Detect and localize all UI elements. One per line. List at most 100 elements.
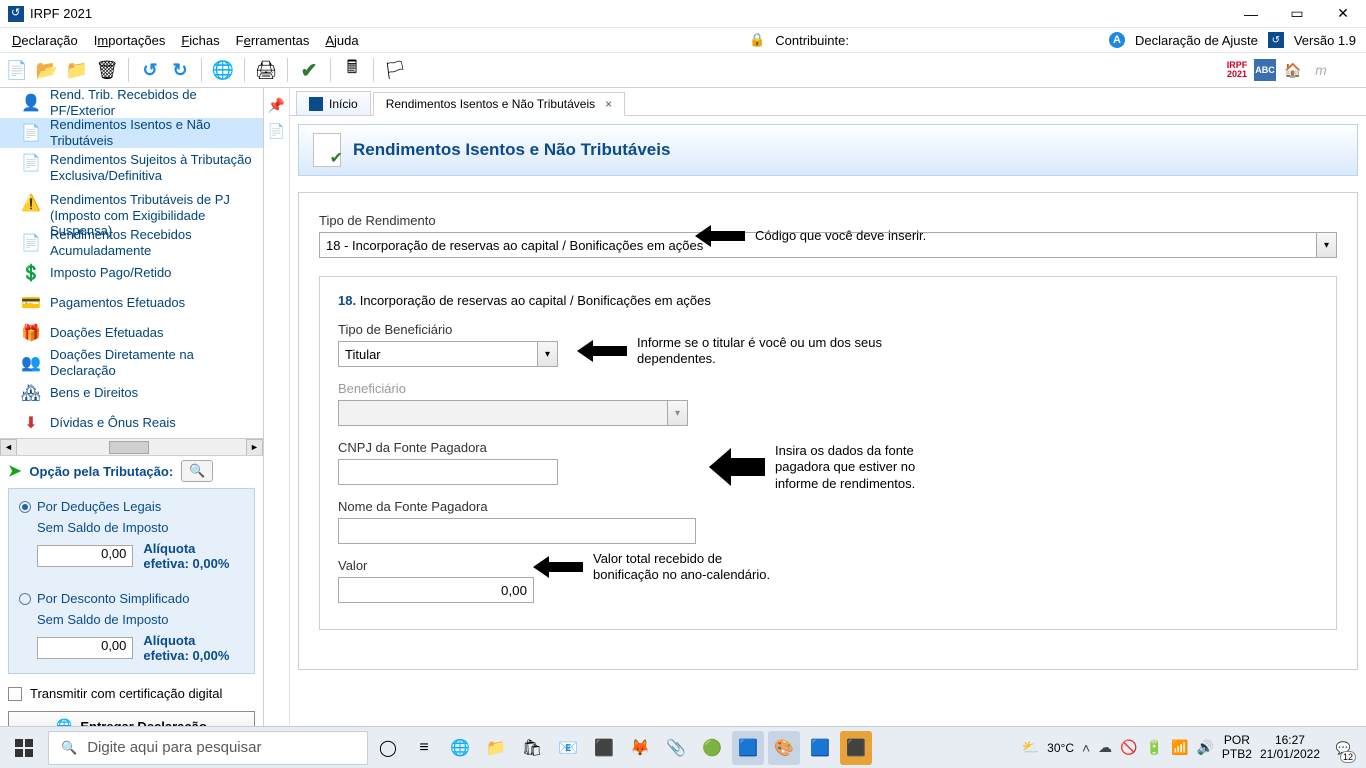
sidebar-hscroll[interactable]: ◄ ► (0, 438, 263, 455)
opt-arrow-icon: ➤ (8, 461, 21, 481)
menu-importacoes[interactable]: Importações (86, 31, 174, 50)
nome-label: Nome da Fonte Pagadora (338, 499, 1318, 514)
sidebar-item-rend-pj[interactable]: ⚠️ Rendimentos Tributáveis de PJ (Impost… (0, 188, 263, 228)
firefox-icon[interactable]: 🦊 (624, 731, 656, 765)
deliver-button[interactable]: Entregar Declaração (8, 711, 255, 726)
opt-search-button[interactable]: 🔍 (181, 460, 213, 482)
tb-check-icon[interactable] (296, 57, 322, 83)
scroll-right-icon[interactable]: ► (246, 439, 263, 456)
tb-calc-icon[interactable] (339, 57, 365, 83)
page-doc-icon (313, 133, 341, 167)
window-maximize[interactable]: ▭ (1274, 0, 1320, 28)
radio-deducoes[interactable]: Por Deduções Legais (19, 499, 244, 514)
cnpj-input[interactable] (338, 459, 558, 485)
sound-icon[interactable]: 🔊 (1196, 739, 1213, 756)
valor-input[interactable] (338, 577, 534, 603)
tray-up-icon[interactable]: ˄ (1082, 740, 1090, 756)
toolbar: IRPF2021 ABC 🏠 m (0, 52, 1366, 88)
weather-icon[interactable]: ⛅ (1022, 739, 1039, 756)
mail-icon[interactable]: 📧 (552, 731, 584, 765)
cortana-icon[interactable]: ≡ (408, 731, 440, 765)
chevron-down-icon[interactable]: ▾ (1316, 233, 1336, 257)
inner-title: 18. Incorporação de reservas ao capital … (338, 293, 1318, 308)
menu-declaracao[interactable]: Declaração (4, 31, 86, 50)
ali-deducoes: Alíquota efetiva: 0,00% (143, 541, 244, 571)
sidebar: 👤 Rend. Trib. Recebidos de PF/Exterior 📄… (0, 88, 264, 726)
gutter-doc-icon[interactable]: 📄 (268, 122, 286, 140)
arrow-left-icon (709, 444, 765, 490)
irpf-badge-icon: IRPF2021 (1226, 59, 1248, 81)
clock[interactable]: 16:27 21/01/2022 (1260, 734, 1320, 760)
notifications-icon[interactable]: 💬12 (1328, 731, 1358, 765)
lang-indicator[interactable]: POR PTB2 (1222, 734, 1252, 760)
sync-off-icon[interactable]: 🚫 (1120, 739, 1137, 756)
tb-flag-icon[interactable] (382, 57, 408, 83)
page-title: Rendimentos Isentos e Não Tributáveis (353, 140, 670, 160)
scroll-thumb[interactable] (109, 441, 149, 454)
tab-inicio[interactable]: Início (296, 91, 371, 115)
app3-icon[interactable]: ⬛ (840, 731, 872, 765)
sidebar-item-pagamentos[interactable]: 💳 Pagamentos Efetuados (0, 288, 263, 318)
menu-ferramentas[interactable]: Ferramentas (228, 31, 318, 50)
sidebar-item-bens[interactable]: 🏘 Bens e Direitos (0, 378, 263, 408)
taskbar: 🔍 Digite aqui para pesquisar ◯ ≡ 🌐 📁 🛍 📧… (0, 726, 1366, 768)
scroll-left-icon[interactable]: ◄ (0, 439, 17, 456)
window-close[interactable]: ✕ (1320, 0, 1366, 28)
chevron-down-icon[interactable]: ▾ (537, 342, 557, 366)
sidebar-item-doacoes-decl[interactable]: 👥 Doações Diretamente na Declaração (0, 348, 263, 378)
tb-print-icon[interactable] (253, 57, 279, 83)
menu-fichas[interactable]: Fichas (173, 31, 227, 50)
tb-folder-icon[interactable] (64, 57, 90, 83)
gutter-pin-icon[interactable]: 📌 (268, 96, 286, 114)
tab-rendimentos[interactable]: Rendimentos Isentos e Não Tributáveis × (373, 92, 625, 116)
declaracao-ajuste-label: Declaração de Ajuste (1135, 33, 1258, 48)
version-label: Versão 1.9 (1294, 33, 1356, 48)
ali-simp: Alíquota efetiva: 0,00% (143, 633, 244, 663)
wifi-icon[interactable]: 📶 (1171, 739, 1188, 756)
val-deducoes[interactable]: 0,00 (37, 545, 133, 567)
tb-trash-icon[interactable] (94, 57, 120, 83)
arrow-left-icon (533, 554, 583, 580)
tab-close-icon[interactable]: × (605, 97, 612, 111)
home-icon[interactable]: 🏠 (1282, 59, 1304, 81)
sidebar-item-rend-excl[interactable]: 📄 Rendimentos Sujeitos à Tributação Excl… (0, 148, 263, 188)
window-minimize[interactable]: — (1228, 0, 1274, 28)
annot-valor: Valor total recebido de bonificação no a… (593, 551, 773, 584)
paint-icon[interactable]: 🎨 (768, 731, 800, 765)
task-view-icon[interactable]: ◯ (372, 731, 404, 765)
tb-globe-icon[interactable] (210, 57, 236, 83)
sidebar-item-imposto[interactable]: 💲 Imposto Pago/Retido (0, 258, 263, 288)
edge-icon[interactable]: 🌐 (444, 731, 476, 765)
sidebar-item-dividas[interactable]: ⬇ Dívidas e Ônus Reais (0, 408, 263, 438)
weather-temp: 30°C (1047, 741, 1074, 755)
chk-cert[interactable]: Transmitir com certificação digital (8, 686, 255, 701)
sidebar-item-doacoes[interactable]: 🎁 Doações Efetuadas (0, 318, 263, 348)
onedrive-icon[interactable]: ☁ (1098, 739, 1112, 756)
titlebar: IRPF 2021 — ▭ ✕ (0, 0, 1366, 28)
radio-simplificado[interactable]: Por Desconto Simplificado (19, 591, 244, 606)
irpf-task-icon[interactable]: 🟦 (732, 731, 764, 765)
spotify-icon[interactable]: 🟢 (696, 731, 728, 765)
office-icon[interactable]: 📎 (660, 731, 692, 765)
sidebar-item-acumulado[interactable]: 📄 Rendimentos Recebidos Acumuladamente (0, 228, 263, 258)
explorer-icon[interactable]: 📁 (480, 731, 512, 765)
tb-new-icon[interactable] (4, 57, 30, 83)
app2-icon[interactable]: 🟦 (804, 731, 836, 765)
sidebar-item-rend-isentos[interactable]: 📄 Rendimentos Isentos e Não Tributáveis (0, 118, 263, 148)
menu-ajuda[interactable]: Ajuda (317, 31, 366, 50)
sidebar-item-rend-pf[interactable]: 👤 Rend. Trib. Recebidos de PF/Exterior (0, 88, 263, 118)
start-button[interactable] (4, 731, 44, 765)
battery-icon[interactable]: 🔋 (1146, 739, 1163, 756)
taskbar-search[interactable]: 🔍 Digite aqui para pesquisar (48, 731, 368, 765)
val-simp[interactable]: 0,00 (37, 637, 133, 659)
store-icon[interactable]: 🛍 (516, 731, 548, 765)
tb-open-icon[interactable] (34, 57, 60, 83)
m-icon[interactable]: m (1310, 59, 1332, 81)
tb-refresh-icon[interactable] (137, 57, 163, 83)
card-icon: 💳 (20, 292, 42, 314)
tipo-benef-combo[interactable]: Titular ▾ (338, 341, 558, 367)
nome-input[interactable] (338, 518, 696, 544)
tb-refresh2-icon[interactable] (167, 57, 193, 83)
abc-icon[interactable]: ABC (1254, 59, 1276, 81)
app1-icon[interactable]: ⬛ (588, 731, 620, 765)
